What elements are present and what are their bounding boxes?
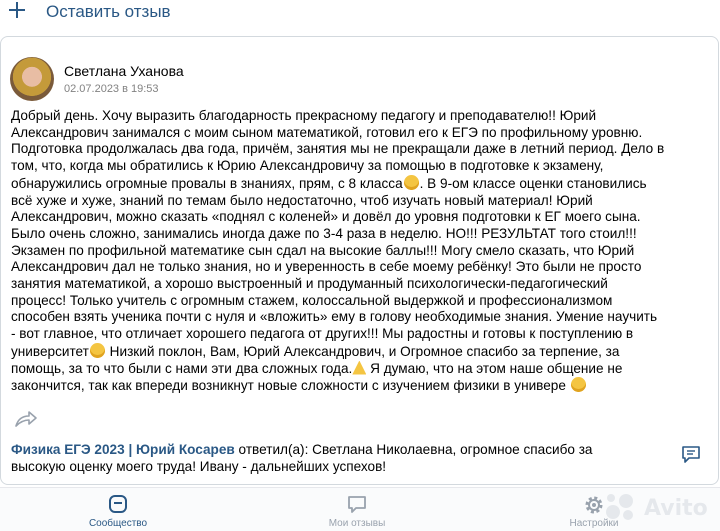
reply-verb: ответил(а):	[234, 442, 313, 457]
chat-bubble-icon[interactable]	[681, 445, 701, 463]
nav-item-community[interactable]: Сообщество	[58, 488, 178, 531]
leave-review-bar[interactable]: Оставить отзыв	[0, 0, 720, 26]
review-line: - вот главное, что отличает хорошего пед…	[11, 326, 634, 342]
leave-review-link[interactable]: Оставить отзыв	[46, 1, 171, 23]
nav-item-my-reviews[interactable]: Мои отзывы	[297, 488, 417, 531]
review-page: Оставить отзыв Светлана Уханова 02.07.20…	[0, 0, 720, 531]
review-line-part: помощь, за то что были с нами эти два сл…	[11, 360, 353, 376]
review-line: способен взять ученика почти с нуля и «в…	[11, 309, 658, 325]
review-line: помощь, за то что были с нами эти два сл…	[11, 360, 711, 378]
review-line: Экзамен по профильной математике сын сда…	[11, 242, 635, 258]
share-icon[interactable]	[14, 409, 38, 429]
review-line: Было очень сложно, занимались иногда даж…	[11, 225, 637, 241]
avito-watermark: Avito	[604, 492, 714, 524]
nav-label-my-reviews: Мои отзывы	[328, 518, 386, 529]
review-line-part: . В 9-ом классе оценки становились	[419, 175, 647, 191]
reply-line: высокую оценку моего труда! Ивану - даль…	[11, 459, 387, 474]
review-line: том, что, когда мы обратились к Юрию Але…	[11, 158, 604, 174]
review-line: Добрый день. Хочу выразить благодарность…	[11, 108, 597, 123]
review-line: Александрович, можно сказать «поднял с к…	[11, 209, 641, 225]
review-line: университет Низкий поклон, Вам, Юрий Але…	[11, 342, 711, 361]
review-author[interactable]: Светлана Уханова	[64, 63, 184, 80]
review-line: процесс! Только учитель с огромным стаже…	[11, 292, 613, 308]
review-line: всё хуже и хуже, знаний по темам было не…	[11, 192, 593, 208]
praying-hands-emoji-icon	[352, 360, 367, 375]
laughing-emoji-icon	[403, 174, 419, 190]
review-line: закончится, так как впереди возникнут но…	[11, 377, 711, 395]
reply-line: Физика ЕГЭ 2023 | Юрий Косарев ответил(а…	[11, 441, 651, 458]
review-date: 02.07.2023 в 19:53	[64, 83, 159, 95]
review-line-part: Низкий поклон, Вам, Юрий Александрович, …	[105, 343, 620, 359]
review-line: Александрович дал не только знания, но и…	[11, 259, 642, 275]
review-line: Александрович занимался с моим сыном мат…	[11, 124, 643, 140]
plus-icon[interactable]	[9, 2, 25, 18]
review-line: занятия математикой, а хорошо выстроенны…	[11, 276, 608, 292]
avatar[interactable]	[10, 57, 54, 101]
review-line-part: закончится, так как впереди возникнут но…	[11, 378, 566, 394]
watermark-text: Avito	[644, 496, 708, 521]
reply-block: Физика ЕГЭ 2023 | Юрий Косарев ответил(а…	[11, 441, 651, 475]
gear-icon	[585, 496, 603, 514]
reply-author-link[interactable]: Физика ЕГЭ 2023 | Юрий Косарев	[11, 442, 235, 457]
review-line-part: университет	[11, 343, 89, 359]
chat-icon	[348, 496, 366, 513]
review-body: Добрый день. Хочу выразить благодарность…	[11, 108, 711, 395]
review-line: Подготовка продолжалась два года, причём…	[11, 141, 665, 157]
review-line-part: Я думаю, что на этом наше общение не	[366, 360, 623, 376]
community-icon	[109, 495, 127, 513]
grinning-emoji-icon	[570, 377, 586, 393]
review-line: обнаружились огромные провалы в знаниях,…	[11, 174, 711, 193]
review-line-part: обнаружились огромные провалы в знаниях,…	[11, 175, 403, 191]
grinning-emoji-icon	[89, 342, 105, 358]
nav-label-community: Сообщество	[88, 518, 148, 529]
reply-text: Светлана Николаевна, огромное спасибо за	[312, 442, 593, 457]
avito-logo-icon	[606, 494, 633, 520]
